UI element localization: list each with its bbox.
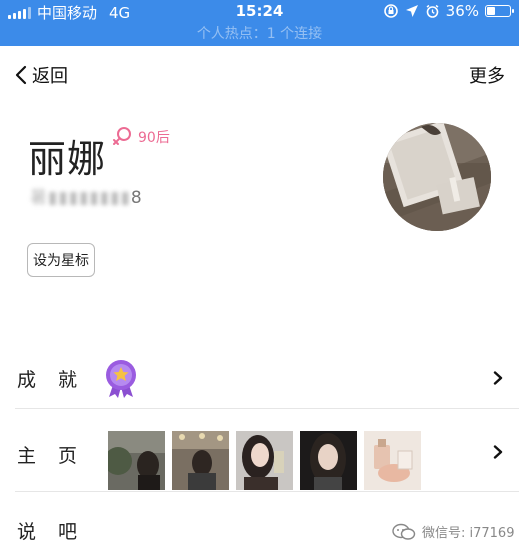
set-star-button[interactable]: 设为星标 [27, 243, 95, 277]
photo-thumbnail[interactable] [236, 431, 293, 490]
profile-name: 丽娜 [28, 137, 107, 181]
achievement-label: 成就 [17, 369, 100, 391]
watermark-text: 微信号: i77169 [422, 526, 515, 541]
photo-strip [108, 431, 421, 490]
photo-thumbnail[interactable] [300, 431, 357, 490]
female-icon [113, 127, 131, 145]
wechat-icon [392, 523, 416, 540]
medal-icon [106, 360, 136, 398]
status-bar: 中国移动 4G 15:24 36% [0, 0, 519, 22]
homepage-row[interactable]: 主页 [15, 431, 519, 490]
age-tag-text: 90后 [138, 130, 170, 146]
battery-icon [485, 5, 514, 17]
nav-bar: 返回 更多 [0, 58, 519, 94]
achievement-row[interactable]: 成就 [15, 360, 519, 398]
rotation-lock-icon [383, 4, 398, 18]
avatar[interactable] [383, 123, 491, 231]
more-button[interactable]: 更多 [469, 62, 505, 88]
back-label: 返回 [32, 66, 68, 87]
account-last-digit: 8 [130, 188, 143, 208]
battery-percent: 36% [445, 2, 479, 20]
back-button[interactable]: 返回 [14, 62, 68, 88]
divider [15, 408, 519, 409]
account-masked: 暑▮▮▮▮▮▮▮▮ [30, 188, 131, 208]
chevron-right-icon [493, 445, 503, 459]
location-icon [405, 5, 418, 17]
photo-thumbnail[interactable] [108, 431, 165, 490]
photo-thumbnail[interactable] [172, 431, 229, 490]
homepage-label: 主页 [17, 445, 100, 467]
age-tag: 90后 [112, 126, 170, 148]
divider [15, 491, 519, 492]
chevron-right-icon [493, 371, 503, 385]
hotspot-banner[interactable]: 个人热点：1 个连接 [0, 22, 519, 46]
photo-thumbnail[interactable] [364, 431, 421, 490]
talk-label: 说吧 [17, 521, 100, 543]
watermark: 微信号: i77169 [392, 522, 514, 541]
chevron-left-icon [15, 65, 27, 85]
alarm-icon [426, 4, 439, 18]
account-number: 暑▮▮▮▮▮▮▮▮8 [30, 183, 143, 208]
